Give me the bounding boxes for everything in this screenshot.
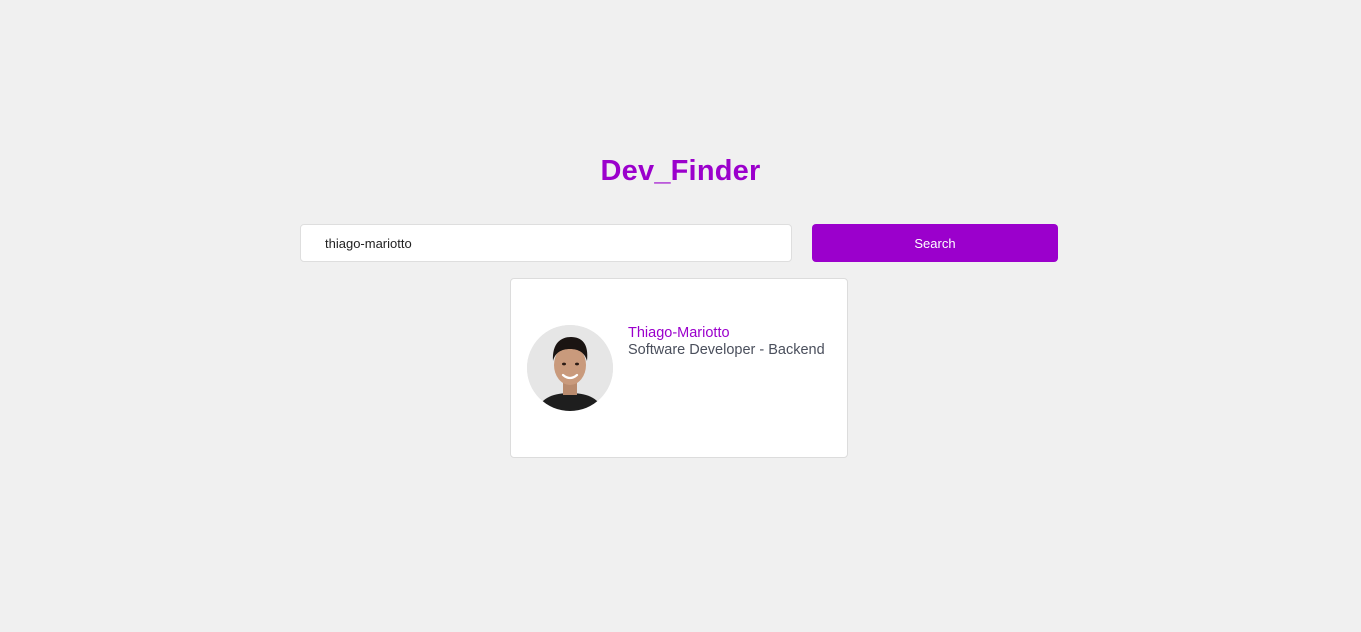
- user-card[interactable]: Thiago-Mariotto Software Developer - Bac…: [510, 278, 848, 458]
- search-input[interactable]: [300, 224, 792, 262]
- user-name-link[interactable]: Thiago-Mariotto: [628, 325, 730, 341]
- page: Dev_Finder Search Thiago-Mariotto: [0, 0, 1361, 632]
- avatar[interactable]: [527, 325, 613, 411]
- user-avatar-photo-icon: [527, 325, 613, 411]
- page-title: Dev_Finder: [600, 155, 761, 187]
- search-button[interactable]: Search: [812, 224, 1058, 262]
- user-bio: Software Developer - Backend: [628, 342, 825, 358]
